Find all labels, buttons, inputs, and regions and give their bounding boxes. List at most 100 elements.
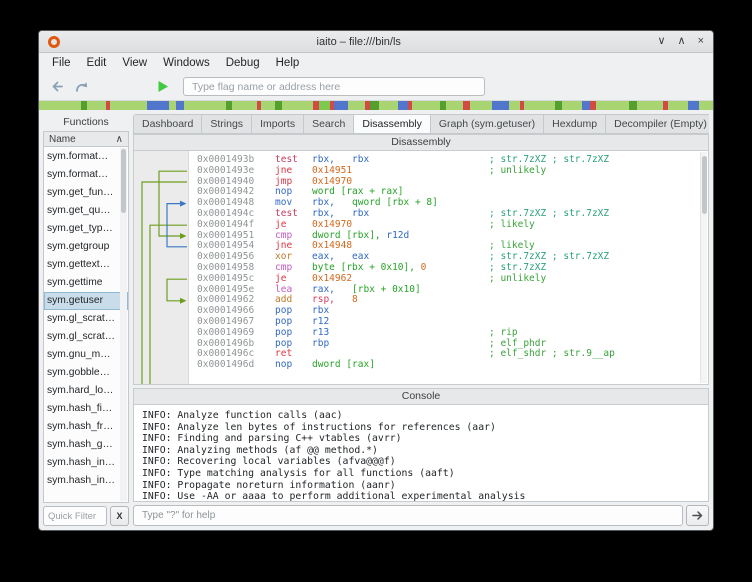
menu-item-view[interactable]: View	[114, 55, 155, 71]
function-list-item[interactable]: sym.gl_scrat…	[44, 310, 128, 328]
tab-decompiler-empty[interactable]: Decompiler (Empty)	[606, 114, 709, 134]
seekbar-segment[interactable]	[275, 101, 282, 110]
seekbar-segment[interactable]	[668, 101, 688, 110]
disasm-row[interactable]: 0x00014966poprbx	[197, 306, 708, 317]
function-list-item[interactable]: sym.hard_lo…	[44, 382, 128, 400]
disasm-row[interactable]: 0x00014969popr13; rip	[197, 328, 708, 339]
menu-item-edit[interactable]: Edit	[79, 55, 115, 71]
seekbar-segment[interactable]	[147, 101, 169, 110]
disasm-row[interactable]: 0x00014948movrbx, qword [rbx + 8]	[197, 198, 708, 209]
menu-item-help[interactable]: Help	[268, 55, 308, 71]
seekbar-segment[interactable]	[699, 101, 713, 110]
functions-scrollbar[interactable]	[120, 148, 127, 501]
disasm-row[interactable]: 0x0001496dnopdword [rax]	[197, 360, 708, 371]
disasm-row[interactable]: 0x00014956xoreax, eax; str.7zXZ ; str.7z…	[197, 252, 708, 263]
seekbar-segment[interactable]	[463, 101, 470, 110]
functions-scrollbar-thumb[interactable]	[121, 149, 126, 213]
disasm-row[interactable]: 0x0001494fje0x14970; likely	[197, 220, 708, 231]
seekbar-segment[interactable]	[261, 101, 275, 110]
menu-item-file[interactable]: File	[44, 55, 79, 71]
disasm-row[interactable]: 0x0001496cret; elf_shdr ; str.9__ap	[197, 349, 708, 360]
function-list-item[interactable]: sym.gl_scrat…	[44, 328, 128, 346]
function-list-item[interactable]: sym.hash_fr…	[44, 418, 128, 436]
close-icon[interactable]: ×	[698, 36, 704, 47]
functions-column-header[interactable]: Name ∧	[43, 131, 129, 147]
search-input[interactable]	[183, 77, 485, 96]
seekbar-segment[interactable]	[412, 101, 440, 110]
tab-disassembly[interactable]: Disassembly	[354, 114, 431, 134]
seekbar-segment[interactable]	[555, 101, 562, 110]
function-list-item[interactable]: sym.getgroup	[44, 238, 128, 256]
disasm-row[interactable]: 0x0001495cje0x14962; unlikely	[197, 274, 708, 285]
seekbar-segment[interactable]	[398, 101, 408, 110]
function-list-item[interactable]: sym.format…	[44, 148, 128, 166]
back-arrow-icon[interactable]	[49, 78, 66, 95]
disassembly-scrollbar[interactable]	[700, 152, 707, 383]
function-list-item[interactable]: sym.get_typ…	[44, 220, 128, 238]
seekbar-segment[interactable]	[282, 101, 313, 110]
forward-arrow-icon[interactable]	[73, 78, 90, 95]
seekbar-segment[interactable]	[629, 101, 637, 110]
disasm-row[interactable]: 0x0001493btestrbx, rbx; str.7zXZ ; str.7…	[197, 155, 708, 166]
seekbar-segment[interactable]	[637, 101, 662, 110]
seekbar-segment[interactable]	[446, 101, 463, 110]
tab-dashboard[interactable]: Dashboard	[133, 114, 202, 134]
menu-item-debug[interactable]: Debug	[218, 55, 268, 71]
seekbar-segment[interactable]	[319, 101, 330, 110]
disassembly-scrollbar-thumb[interactable]	[702, 156, 707, 214]
disasm-row[interactable]: 0x0001495elearax, [rbx + 0x10]	[197, 285, 708, 296]
disasm-row[interactable]: 0x00014940jmp0x14970	[197, 177, 708, 188]
seekbar-segment[interactable]	[110, 101, 146, 110]
command-input[interactable]	[133, 505, 683, 526]
maximize-icon[interactable]: ∧	[678, 36, 686, 47]
seekbar-segment[interactable]	[370, 101, 378, 110]
console-panel-title[interactable]: Console	[133, 388, 709, 405]
quick-filter-clear-button[interactable]: X	[110, 506, 129, 526]
disasm-row[interactable]: 0x00014942nopword [rax + rax]	[197, 187, 708, 198]
seekbar-segment[interactable]	[39, 101, 81, 110]
seekbar-segment[interactable]	[562, 101, 582, 110]
tab-search[interactable]: Search	[304, 114, 354, 134]
disassembly-panel-title[interactable]: Disassembly	[133, 134, 709, 151]
quick-filter-input[interactable]	[43, 506, 107, 526]
minimize-icon[interactable]: ∨	[657, 36, 665, 47]
disasm-row[interactable]: 0x00014958cmpbyte [rbx + 0x10], 0; str.7…	[197, 263, 708, 274]
tab-graph-sym-getuser[interactable]: Graph (sym.getuser)	[431, 114, 544, 134]
function-list-item[interactable]: sym.hash_in…	[44, 472, 128, 490]
disassembly-view[interactable]: 0x0001493btestrbx, rbx; str.7zXZ ; str.7…	[133, 151, 709, 385]
disasm-row[interactable]: 0x0001493ejne0x14951; unlikely	[197, 166, 708, 177]
command-send-button[interactable]	[686, 505, 709, 526]
disasm-row[interactable]: 0x0001494ctestrbx, rbx; str.7zXZ ; str.7…	[197, 209, 708, 220]
function-list-item[interactable]: sym.get_qu…	[44, 202, 128, 220]
seekbar-segment[interactable]	[184, 101, 226, 110]
seekbar-segment[interactable]	[470, 101, 492, 110]
function-list-item[interactable]: sym.hash_in…	[44, 454, 128, 472]
seekbar-segment[interactable]	[688, 101, 699, 110]
seekbar[interactable]	[39, 100, 713, 110]
seekbar-segment[interactable]	[348, 101, 365, 110]
tab-hexdump[interactable]: Hexdump	[544, 114, 606, 134]
function-list-item[interactable]: sym.get_fun…	[44, 184, 128, 202]
seekbar-segment[interactable]	[169, 101, 176, 110]
disasm-row[interactable]: 0x00014951cmpdword [rbx], r12d	[197, 231, 708, 242]
seekbar-segment[interactable]	[524, 101, 555, 110]
seekbar-segment[interactable]	[232, 101, 257, 110]
seekbar-segment[interactable]	[334, 101, 348, 110]
function-list-item[interactable]: sym.hash_g…	[44, 436, 128, 454]
function-list-item[interactable]: sym.gettext…	[44, 256, 128, 274]
function-list-item[interactable]: sym.format…	[44, 166, 128, 184]
titlebar[interactable]: iaito – file:///bin/ls ∨ ∧ ×	[39, 31, 713, 53]
seekbar-segment[interactable]	[509, 101, 520, 110]
disasm-row[interactable]: 0x00014954jne0x14948; likely	[197, 241, 708, 252]
seekbar-segment[interactable]	[582, 101, 590, 110]
play-icon[interactable]	[155, 79, 170, 94]
tab-strings[interactable]: Strings	[202, 114, 252, 134]
disasm-row[interactable]: 0x00014962addrsp, 8	[197, 295, 708, 306]
disasm-row[interactable]: 0x0001496bpoprbp; elf_phdr	[197, 339, 708, 350]
tab-imports[interactable]: Imports	[252, 114, 304, 134]
seekbar-segment[interactable]	[596, 101, 630, 110]
seekbar-segment[interactable]	[176, 101, 184, 110]
function-list-item[interactable]: sym.gettime	[44, 274, 128, 292]
seekbar-segment[interactable]	[87, 101, 107, 110]
function-list-item[interactable]: sym.gobble…	[44, 364, 128, 382]
